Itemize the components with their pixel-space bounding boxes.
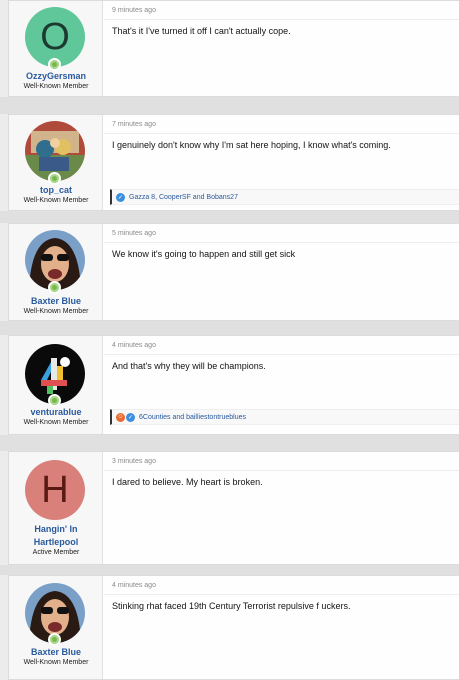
post-message: That's it I've turned it off I can't act… xyxy=(112,26,291,36)
post-gap xyxy=(0,321,459,335)
divider xyxy=(104,594,459,595)
post-time[interactable]: 9 minutes ago xyxy=(112,7,156,14)
username[interactable]: venturablue xyxy=(9,405,103,419)
post-message: And that's why they will be champions. xyxy=(112,361,266,371)
user-info: Baxter Blue Well-Known Member xyxy=(9,224,103,320)
reactions-bar[interactable]: ✓ Gazza 8, CooperSF and Bobans27 xyxy=(110,189,459,205)
post: Baxter Blue Well-Known Member 5 minutes … xyxy=(8,223,459,321)
post-time[interactable]: 5 minutes ago xyxy=(112,230,156,237)
user-title: Well-Known Member xyxy=(23,197,89,204)
post-content: 4 minutes ago And that's why they will b… xyxy=(104,336,459,434)
haha-icon: ☺ xyxy=(116,412,125,422)
divider xyxy=(104,470,459,471)
user-info: O OzzyGersman Well-Known Member xyxy=(9,1,103,96)
post-content: 9 minutes ago That's it I've turned it o… xyxy=(104,1,459,96)
post-time[interactable]: 4 minutes ago xyxy=(112,582,156,589)
divider xyxy=(104,19,459,20)
divider xyxy=(104,354,459,355)
user-title: Well-Known Member xyxy=(23,83,89,90)
post-gap xyxy=(0,211,459,223)
post-content: 5 minutes ago We know it's going to happ… xyxy=(104,224,459,320)
post-content: 4 minutes ago Stinking rhat faced 19th C… xyxy=(104,576,459,679)
avatar[interactable]: H xyxy=(25,460,85,520)
like-icon: ✓ xyxy=(126,412,135,422)
post: Baxter Blue Well-Known Member 4 minutes … xyxy=(8,575,459,680)
username-line-2[interactable]: Hartlepool xyxy=(9,535,103,549)
user-title: Well-Known Member xyxy=(23,308,89,315)
post-gap xyxy=(0,565,459,575)
like-icon: ✓ xyxy=(116,192,125,202)
user-title: Well-Known Member xyxy=(23,659,89,666)
divider xyxy=(104,133,459,134)
username[interactable]: OzzyGersman xyxy=(9,69,103,83)
online-status-icon xyxy=(48,281,61,294)
username[interactable]: Baxter Blue xyxy=(9,294,103,308)
reactions-list[interactable]: Gazza 8, CooperSF and Bobans27 xyxy=(129,194,238,201)
post-message: I dared to believe. My heart is broken. xyxy=(112,477,263,487)
user-title: Well-Known Member xyxy=(23,419,89,426)
post-gap xyxy=(0,435,459,451)
post-time[interactable]: 3 minutes ago xyxy=(112,458,156,465)
post: H Hangin' In Hartlepool Active Member 3 … xyxy=(8,451,459,565)
post: O OzzyGersman Well-Known Member 9 minute… xyxy=(8,0,459,97)
user-info: Baxter Blue Well-Known Member xyxy=(9,576,103,679)
reactions-bar[interactable]: ☺ ✓ 6Counties and bailliestontrueblues xyxy=(110,409,459,425)
user-title: Active Member xyxy=(32,549,80,556)
user-info: top_cat Well-Known Member xyxy=(9,115,103,210)
avatar-letter: H xyxy=(41,468,69,511)
username[interactable]: Baxter Blue xyxy=(9,645,103,659)
post-message: I genuinely don't know why I'm sat here … xyxy=(112,140,391,150)
post-content: 7 minutes ago I genuinely don't know why… xyxy=(104,115,459,210)
post-message: We know it's going to happen and still g… xyxy=(112,249,296,259)
divider xyxy=(104,242,459,243)
post-gap xyxy=(0,97,459,114)
username-line-1[interactable]: Hangin' In xyxy=(9,522,103,536)
reactions-list[interactable]: 6Counties and bailliestontrueblues xyxy=(139,414,246,421)
post-time[interactable]: 4 minutes ago xyxy=(112,342,156,349)
post-content: 3 minutes ago I dared to believe. My hea… xyxy=(104,452,459,564)
post-message: Stinking rhat faced 19th Century Terrori… xyxy=(112,601,351,611)
post: venturablue Well-Known Member 4 minutes … xyxy=(8,335,459,435)
post: top_cat Well-Known Member 7 minutes ago … xyxy=(8,114,459,211)
user-info: H Hangin' In Hartlepool Active Member xyxy=(9,452,103,564)
user-info: venturablue Well-Known Member xyxy=(9,336,103,434)
post-time[interactable]: 7 minutes ago xyxy=(112,121,156,128)
username[interactable]: top_cat xyxy=(9,183,103,197)
